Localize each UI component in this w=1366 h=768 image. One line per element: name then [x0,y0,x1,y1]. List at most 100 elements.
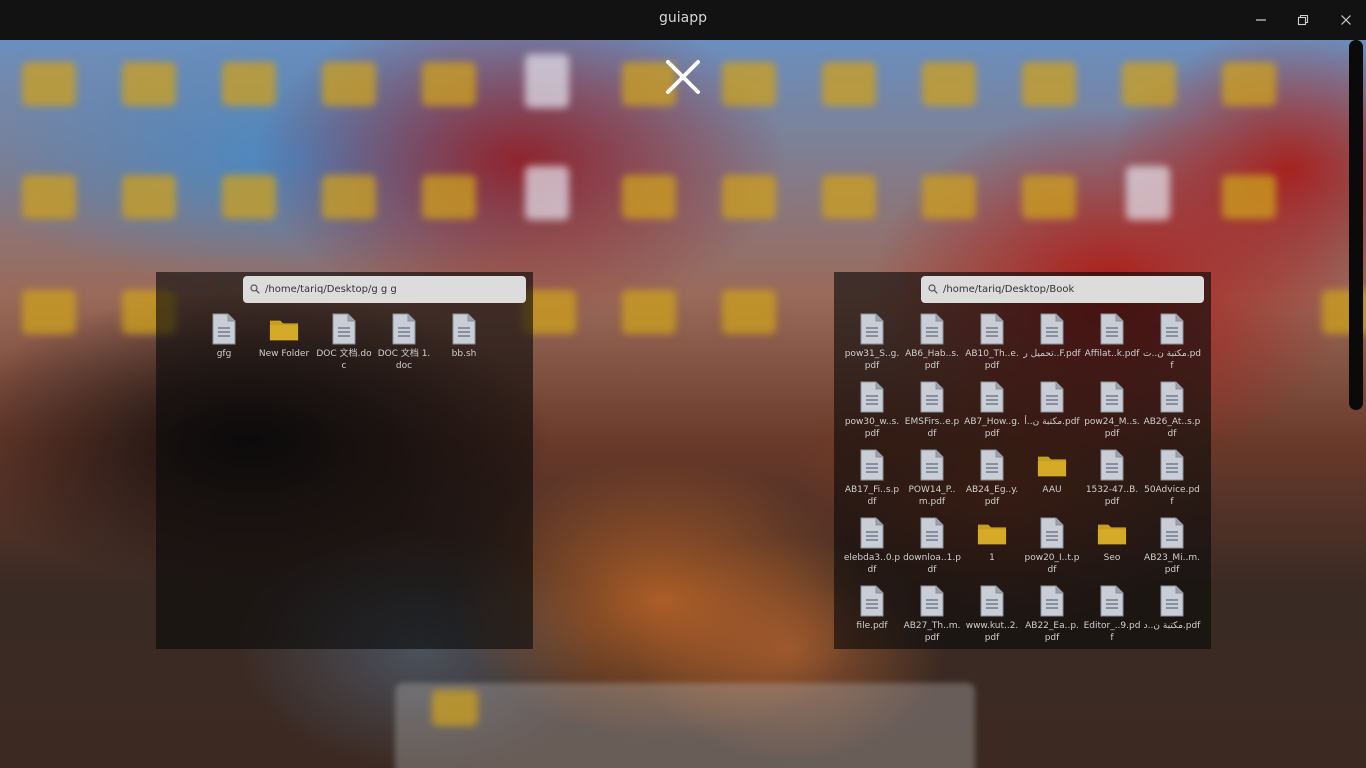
file-item[interactable]: pow31_S..g.pdf [842,312,902,380]
back-button[interactable]: ← [164,282,182,298]
forward-button[interactable]: → [867,282,885,298]
file-item[interactable]: AB24_Eg..y.pdf [962,448,1022,516]
file-icon-wrap [857,380,887,414]
close-icon [1341,15,1351,25]
file-item[interactable]: AB6_Hab..s.pdf [902,312,962,380]
file-icon-wrap [1037,584,1067,618]
file-icon [1100,381,1124,413]
file-item[interactable]: AB27_Th..m.pdf [902,584,962,652]
file-item[interactable]: DOC 文档 1.doc [374,312,434,380]
item-label: downloa..1.pdf [903,553,961,575]
file-icon [1100,585,1124,617]
file-icon-wrap [917,312,947,346]
file-item[interactable]: Affilat..k.pdf [1082,312,1142,380]
path-text: /home/tariq/Desktop/Book [943,284,1075,295]
item-label: 1532-47..B.pdf [1085,485,1139,507]
item-label: 1 [989,553,995,563]
file-item[interactable]: Editor_..9.pdf [1082,584,1142,652]
item-label: AB26_At..s.pdf [1143,417,1201,439]
file-item[interactable]: مكتبة ن..د.pdf [1142,584,1202,652]
file-item[interactable]: AB23_Mi..m.pdf [1142,516,1202,584]
item-label: pow20_I..t.pdf [1024,553,1080,575]
file-item[interactable]: 1532-47..B.pdf [1082,448,1142,516]
path-input[interactable]: /home/tariq/Desktop/Book [921,276,1204,303]
folder-icon [1097,524,1127,545]
file-item[interactable]: pow30_w..s.pdf [842,380,902,448]
file-icon [980,313,1004,345]
arrow-left-icon: ← [845,282,857,297]
file-grid: gfg New Folder DOC 文档.doc DOC 文档 1.doc bb.sh [194,312,554,380]
file-item[interactable]: downloa..1.pdf [902,516,962,584]
folder-item[interactable]: 1 [962,516,1022,584]
item-label: مكتبة ن..أ.pdf [1024,417,1080,427]
window-titlebar: guiapp [0,0,1366,40]
file-item[interactable]: AB17_Fi..s.pdf [842,448,902,516]
refresh-icon: ↻ [217,282,229,297]
file-item[interactable]: EMSFirs..e.pdf [902,380,962,448]
window-close-button[interactable] [1333,8,1359,32]
file-item[interactable]: AB10_Th..e.pdf [962,312,1022,380]
folder-icon [1037,456,1067,477]
item-label: EMSFirs..e.pdf [904,417,960,439]
folder-item[interactable]: New Folder [254,312,314,380]
file-panel-left: ← → ↻ /home/tariq/Desktop/g g g gfg New F… [156,272,533,649]
refresh-button[interactable]: ↻ [892,282,910,298]
file-item[interactable]: pow24_M..s.pdf [1082,380,1142,448]
file-icon-wrap [917,448,947,482]
refresh-button[interactable]: ↻ [214,282,232,298]
file-panel-right: ← → ↻ /home/tariq/Desktop/Book pow31_S..… [834,272,1211,649]
file-item[interactable]: AB7_How..g.pdf [962,380,1022,448]
item-label: AB23_Mi..m.pdf [1144,553,1200,575]
file-icon-wrap [857,516,887,550]
close-icon [666,60,700,94]
file-item[interactable]: bb.sh [434,312,494,380]
file-icon-wrap [1037,380,1067,414]
file-item[interactable]: مكتبة ن..ت.pdf [1142,312,1202,380]
file-icon-wrap [917,584,947,618]
file-item[interactable]: file.pdf [842,584,902,652]
overlay-close-button[interactable] [662,56,704,98]
file-icon-wrap [1157,380,1187,414]
file-item[interactable]: تحميل ر..F.pdf [1022,312,1082,380]
file-icon-wrap [1097,448,1127,482]
item-label: Seo [1103,553,1121,563]
file-item[interactable]: DOC 文档.doc [314,312,374,380]
item-label: bb.sh [451,349,477,359]
file-icon-wrap [1037,516,1067,550]
file-item[interactable]: elebda3..0.pdf [842,516,902,584]
file-item[interactable]: pow20_I..t.pdf [1022,516,1082,584]
file-item[interactable]: AB26_At..s.pdf [1142,380,1202,448]
file-icon [860,517,884,549]
item-label: POW14_P..m.pdf [908,485,956,507]
file-item[interactable]: AB22_Ea..p.pdf [1022,584,1082,652]
item-label: elebda3..0.pdf [843,553,901,575]
file-item[interactable]: 50Advice.pdf [1142,448,1202,516]
file-grid: pow31_S..g.pdf AB6_Hab..s.pdf AB10_Th..e.p… [842,312,1202,652]
file-icon-wrap [1157,448,1187,482]
file-icon [920,313,944,345]
item-label: AB7_How..g.pdf [964,417,1020,439]
file-icon [980,585,1004,617]
item-label: pow30_w..s.pdf [844,417,900,439]
file-icon [920,517,944,549]
vertical-scrollbar[interactable] [1349,40,1363,410]
minimize-button[interactable] [1248,8,1274,32]
file-icon [1160,313,1184,345]
arrow-right-icon: → [192,282,204,297]
item-label: AB6_Hab..s.pdf [905,349,959,371]
maximize-button[interactable] [1290,8,1316,32]
file-icon-wrap [977,584,1007,618]
file-item[interactable]: gfg [194,312,254,380]
back-button[interactable]: ← [842,282,860,298]
folder-item[interactable]: Seo [1082,516,1142,584]
path-input[interactable]: /home/tariq/Desktop/g g g [243,276,526,303]
file-icon [1100,313,1124,345]
forward-button[interactable]: → [189,282,207,298]
folder-icon [269,320,299,341]
folder-item[interactable]: AAU [1022,448,1082,516]
blurred-dock [395,683,975,768]
item-label: gfg [216,349,232,359]
file-item[interactable]: POW14_P..m.pdf [902,448,962,516]
file-item[interactable]: مكتبة ن..أ.pdf [1022,380,1082,448]
file-item[interactable]: www.kut..2.pdf [962,584,1022,652]
